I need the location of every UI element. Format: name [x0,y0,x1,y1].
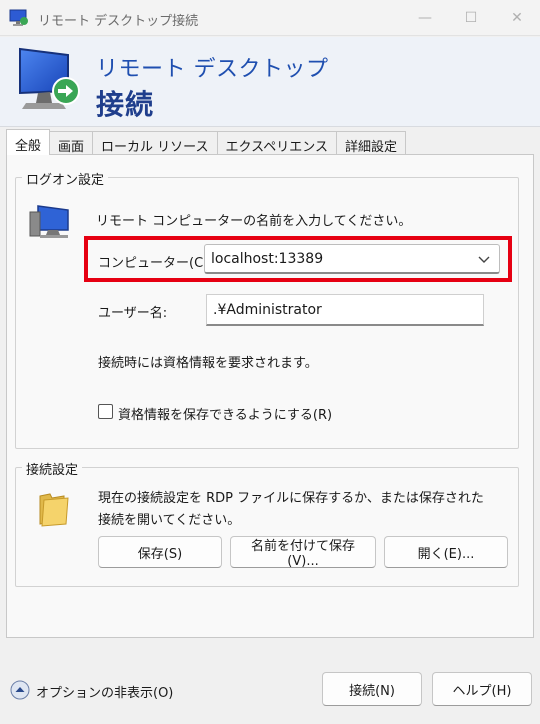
window-title: リモート デスクトップ接続 [38,14,199,29]
help-button[interactable]: ヘルプ(H) [432,672,532,706]
general-tab-panel: ログオン設定 リモート コンピューターの名前を入力してください。 コンピューター… [6,154,534,638]
save-as-button[interactable]: 名前を付けて保存(V)... [230,536,376,569]
connect-button[interactable]: 接続(N) [322,672,422,706]
title-bar: リモート デスクトップ接続 — ☐ ✕ [0,0,540,36]
connection-description: 現在の接続設定を RDP ファイルに保存するか、または保存された 接続を開いてく… [98,488,508,532]
chevron-down-icon[interactable] [477,252,491,266]
logon-settings-label: ログオン設定 [22,169,109,188]
minimize-button[interactable]: — [402,0,448,36]
computer-label: コンピューター(C): [98,256,213,271]
hide-options-link[interactable]: オプションの非表示(O) [36,682,173,701]
username-value: .¥Administrator [213,302,322,318]
logon-settings-group: ログオン設定 リモート コンピューターの名前を入力してください。 コンピューター… [15,169,519,449]
connection-description-line1: 現在の接続設定を RDP ファイルに保存するか、または保存された [98,491,484,506]
header-banner: リモート デスクトップ 接続 [0,37,540,127]
connection-settings-label: 接続設定 [22,459,83,478]
computer-name-prompt: リモート コンピューターの名前を入力してください。 [96,214,412,229]
save-button[interactable]: 保存(S) [98,536,222,568]
banner-title-line1: リモート デスクトップ [96,57,329,82]
credential-note: 接続時には資格情報を要求されます。 [98,356,318,371]
computer-icon [29,205,69,238]
save-credentials-checkbox[interactable] [98,404,113,419]
remote-desktop-icon [19,47,80,109]
banner-title-line2: 接続 [96,88,155,121]
username-label: ユーザー名: [98,306,168,321]
username-input[interactable]: .¥Administrator [206,294,484,326]
folder-icon [39,493,69,527]
remote-desktop-icon [9,9,28,26]
connection-description-line2: 接続を開いてください。 [98,513,241,528]
tab-experience[interactable]: エクスペリエンス [216,131,337,155]
save-credentials-label[interactable]: 資格情報を保存できるようにする(R) [118,404,332,423]
maximize-button[interactable]: ☐ [448,0,494,36]
computer-value: localhost:13389 [211,251,324,267]
tab-general[interactable]: 全般 [6,129,51,155]
tab-display[interactable]: 画面 [49,131,94,155]
computer-combobox[interactable]: localhost:13389 [204,244,500,274]
tab-advanced[interactable]: 詳細設定 [335,131,406,155]
connection-settings-group: 接続設定 現在の接続設定を RDP ファイルに保存するか、または保存された 接続… [15,459,519,587]
tab-local-resources[interactable]: ローカル リソース [92,131,218,155]
chevron-up-circle-icon[interactable] [10,680,30,700]
close-button[interactable]: ✕ [494,0,540,36]
tab-strip: 全般 画面 ローカル リソース エクスペリエンス 詳細設定 [6,129,406,155]
open-button[interactable]: 開く(E)... [384,536,508,568]
